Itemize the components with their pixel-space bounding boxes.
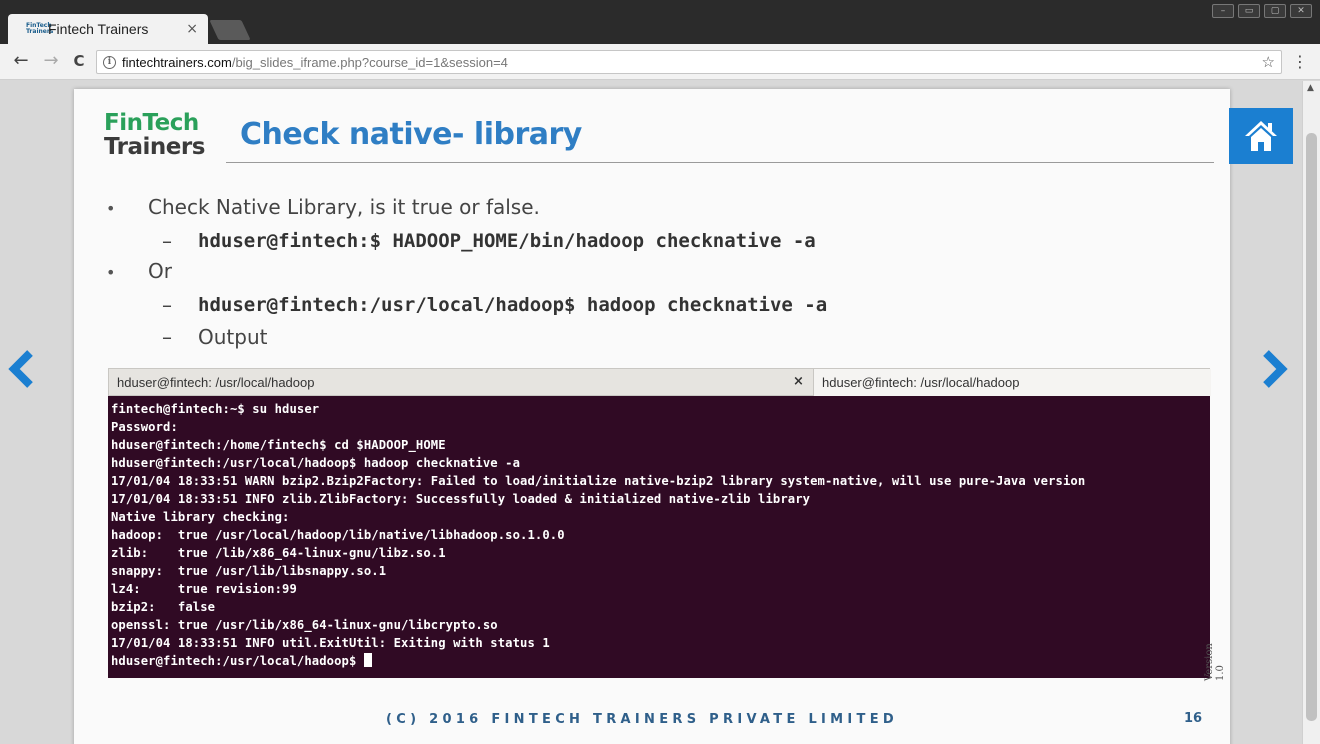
terminal-line: 17/01/04 18:33:51 INFO zlib.ZlibFactory:… <box>111 492 811 506</box>
slide-version: Version 1.0 <box>1204 643 1226 681</box>
reload-button[interactable]: C <box>68 50 90 72</box>
previous-slide-icon[interactable] <box>6 349 36 389</box>
browser-toolbar: ← → C i fintechtrainers.com /big_slides_… <box>0 44 1320 80</box>
url-path: /big_slides_iframe.php?course_id=1&sessi… <box>231 54 508 70</box>
tab-title: Fintech Trainers <box>48 21 149 37</box>
bullet-or: Or <box>148 259 172 283</box>
command-usr-local: hduser@fintech:/usr/local/hadoop$ hadoop… <box>198 294 828 316</box>
terminal-output: fintech@fintech:~$ su hduser Password: h… <box>108 396 1210 678</box>
logo-line-fintech: FinTech <box>104 110 199 136</box>
sub-bullet-output: Output <box>198 325 268 349</box>
page-viewport: FinTech Trainers Check native- library •… <box>0 81 1302 744</box>
tab-close-icon[interactable]: × <box>186 21 198 37</box>
bullet-marker: • <box>106 199 116 218</box>
terminal-line: snappy: true /usr/lib/libsnappy.so.1 <box>111 564 387 578</box>
forward-button[interactable]: → <box>40 50 62 72</box>
terminal-tab-2[interactable]: hduser@fintech: /usr/local/hadoop <box>813 369 1211 396</box>
sub-bullet-marker: – <box>162 325 172 349</box>
slide-footer: (C) 2016 FINTECH TRAINERS PRIVATE LIMITE… <box>386 712 898 727</box>
bullet-check-native: Check Native Library, is it true or fals… <box>148 195 540 219</box>
scrollbar-thumb[interactable] <box>1306 133 1317 721</box>
logo-line-trainers: Trainers <box>104 134 205 160</box>
terminal-line: 17/01/04 18:33:51 WARN bzip2.Bzip2Factor… <box>111 474 1086 488</box>
terminal-line: fintech@fintech:~$ su hduser <box>111 402 320 416</box>
site-info-icon[interactable]: i <box>103 55 116 69</box>
sub-bullet-marker: – <box>162 229 172 253</box>
sub-bullet-marker: – <box>162 293 172 317</box>
next-slide-icon[interactable] <box>1260 349 1290 389</box>
terminal-line: lz4: true revision:99 <box>111 582 297 596</box>
slide-title: Check native- library <box>240 117 582 152</box>
slide-page-number: 16 <box>1184 711 1203 726</box>
terminal-tab-2-label: hduser@fintech: /usr/local/hadoop <box>822 375 1020 390</box>
minimize-icon[interactable]: – <box>1212 4 1234 18</box>
maximize-icon[interactable]: ▢ <box>1264 4 1286 18</box>
address-bar[interactable]: i fintechtrainers.com /big_slides_iframe… <box>96 50 1282 74</box>
browser-tab[interactable]: FinTech Trainers Fintech Trainers × <box>8 14 208 44</box>
terminal-line: hadoop: true /usr/local/hadoop/lib/nativ… <box>111 528 565 542</box>
terminal-prompt-line[interactable]: hduser@fintech:/usr/local/hadoop$ <box>111 652 1207 670</box>
terminal-tab-close-icon[interactable]: × <box>793 374 804 389</box>
command-hadoop-home: hduser@fintech:$ HADOOP_HOME/bin/hadoop … <box>198 230 816 252</box>
title-divider <box>226 162 1214 163</box>
bullet-marker: • <box>106 263 116 282</box>
terminal-tab-1[interactable]: hduser@fintech: /usr/local/hadoop <box>117 375 314 390</box>
window-close-icon[interactable]: ✕ <box>1290 4 1312 18</box>
terminal-line: bzip2: false <box>111 600 216 614</box>
terminal-prompt: hduser@fintech:/usr/local/hadoop$ <box>111 654 364 668</box>
browser-titlebar: FinTech Trainers Fintech Trainers × – ▭ … <box>0 0 1320 44</box>
terminal-line: hduser@fintech:/usr/local/hadoop$ hadoop… <box>111 456 521 470</box>
browser-menu-icon[interactable]: ⋮ <box>1292 52 1308 72</box>
terminal-line: hduser@fintech:/home/fintech$ cd $HADOOP… <box>111 438 446 452</box>
terminal-line: Native library checking: <box>111 510 290 524</box>
bookmark-star-icon[interactable]: ☆ <box>1262 53 1275 71</box>
terminal-cursor <box>363 653 372 667</box>
site-favicon-icon: FinTech Trainers <box>26 22 54 35</box>
scroll-up-icon[interactable]: ▲ <box>1307 83 1314 93</box>
fintech-logo: FinTech Trainers <box>104 111 205 159</box>
home-button[interactable] <box>1229 108 1293 164</box>
home-icon <box>1245 121 1277 151</box>
restore-icon[interactable]: ▭ <box>1238 4 1260 18</box>
terminal-tab-bar: hduser@fintech: /usr/local/hadoop × hdus… <box>108 368 1211 396</box>
url-host: fintechtrainers.com <box>122 54 232 70</box>
new-tab-button[interactable] <box>209 20 251 40</box>
terminal-line: 17/01/04 18:33:51 INFO util.ExitUtil: Ex… <box>111 636 550 650</box>
back-button[interactable]: ← <box>10 50 32 72</box>
terminal-line: zlib: true /lib/x86_64-linux-gnu/libz.so… <box>111 546 446 560</box>
terminal-line: openssl: true /usr/lib/x86_64-linux-gnu/… <box>111 618 498 632</box>
page-scrollbar[interactable]: ▲ <box>1302 81 1320 744</box>
terminal-line: Password: <box>111 420 178 434</box>
slide: FinTech Trainers Check native- library •… <box>74 89 1230 744</box>
